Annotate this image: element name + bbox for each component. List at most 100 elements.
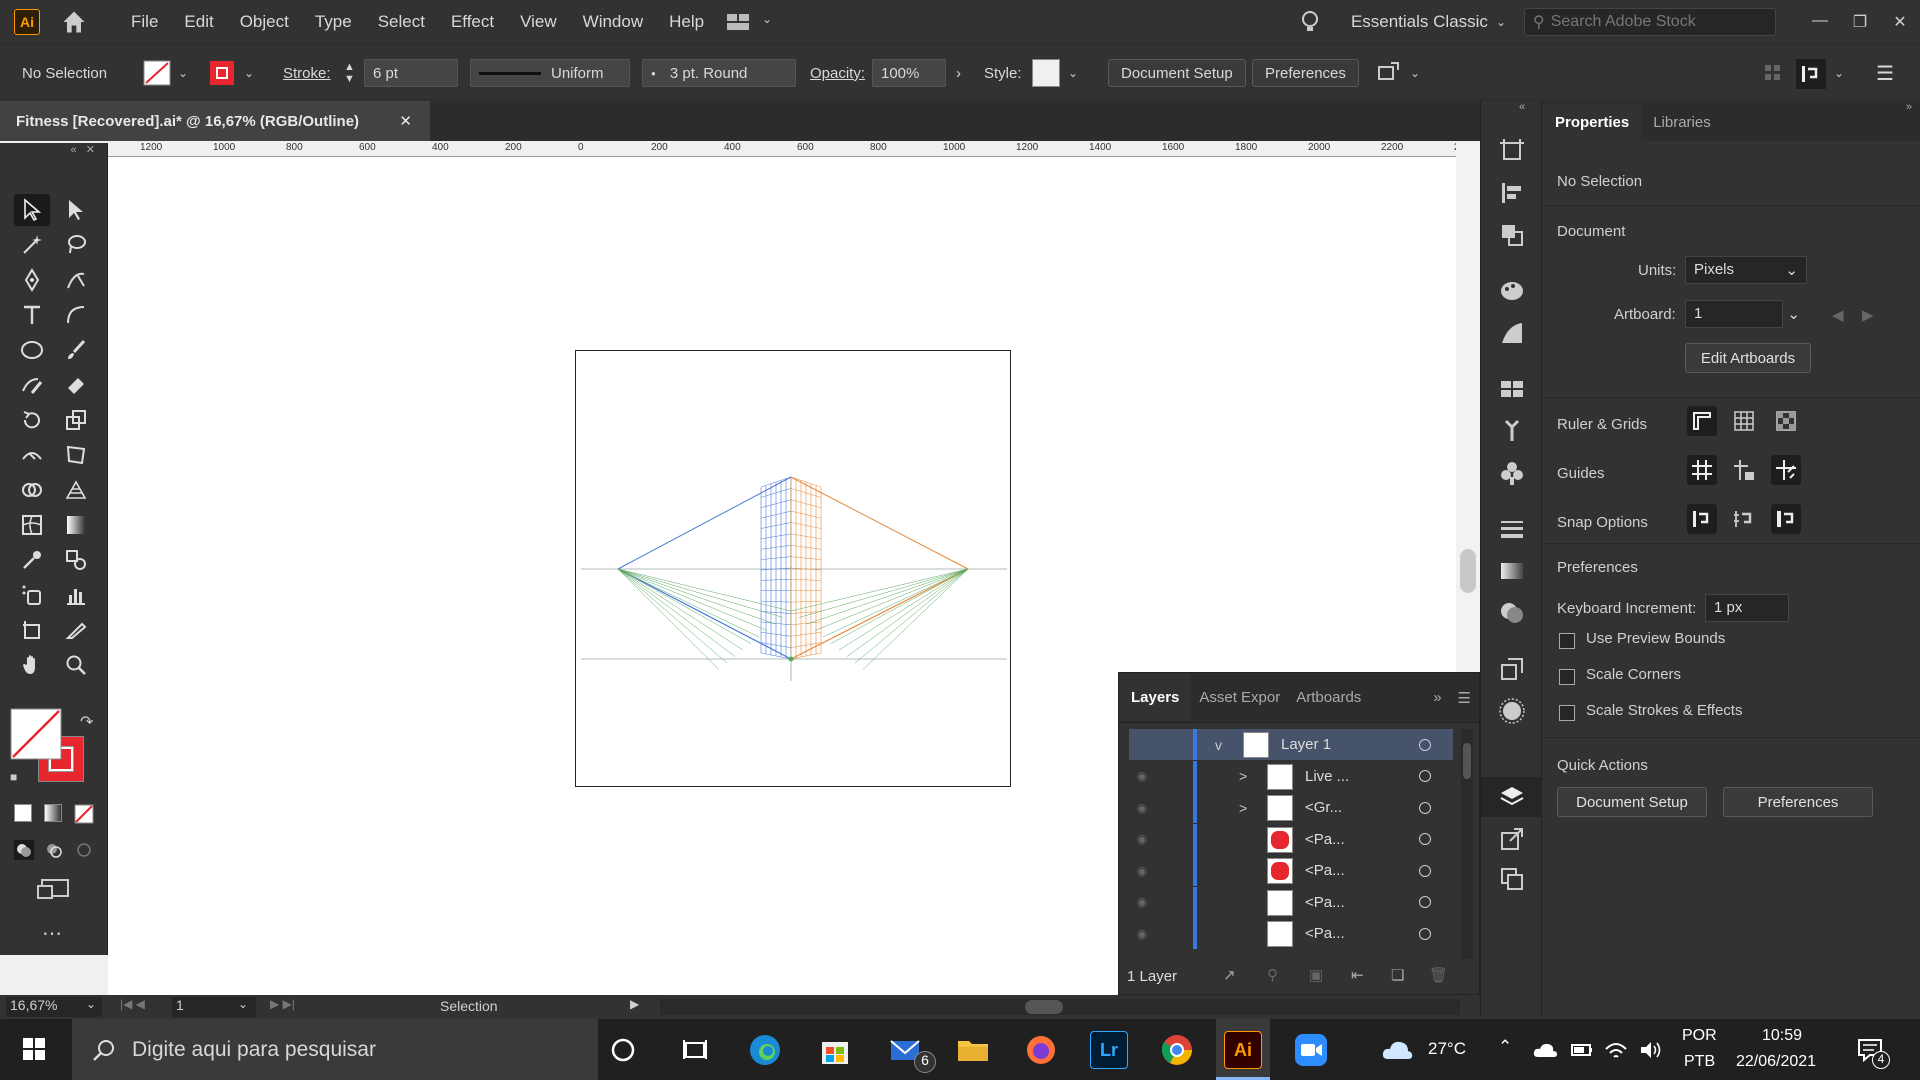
rulers-toggle-icon[interactable] (1687, 406, 1717, 436)
transparency-panel-icon[interactable] (1498, 599, 1526, 627)
wifi-icon[interactable] (1604, 1039, 1628, 1061)
layer-row[interactable]: ◉ <Pa... (1129, 886, 1453, 918)
control-bar-menu-icon[interactable]: ☰ (1876, 59, 1894, 87)
export-selection-icon[interactable]: ↗ (1223, 966, 1236, 984)
ellipse-tool[interactable] (14, 334, 50, 366)
shape-builder-tool[interactable] (14, 474, 50, 506)
quick-preferences-button[interactable]: Preferences (1723, 787, 1873, 817)
new-sublayer-icon[interactable]: ⇤ (1351, 966, 1364, 984)
transparency-grid-icon[interactable] (1771, 406, 1801, 436)
artboard-select[interactable]: 1 ⌄ (1685, 300, 1800, 328)
layers-menu-icon[interactable]: ☰ (1450, 689, 1479, 707)
menu-select[interactable]: Select (365, 12, 438, 32)
draw-normal-icon[interactable] (14, 840, 34, 860)
target-circle-icon[interactable] (1419, 770, 1431, 782)
horizontal-ruler[interactable]: 1200 1000 800 600 400 200 0 200 400 600 800 1000 120… (108, 141, 1480, 157)
collapse-panel-icon[interactable]: » (1425, 689, 1449, 706)
lightbulb-icon[interactable] (1299, 9, 1321, 35)
battery-icon[interactable] (1570, 1039, 1594, 1061)
brushes-panel-icon[interactable] (1498, 417, 1526, 445)
layer-row[interactable]: ◉ > <Gr... (1129, 792, 1453, 823)
document-setup-button[interactable]: Document Setup (1108, 59, 1246, 87)
transform-panel-icon[interactable] (1498, 655, 1526, 683)
file-explorer-icon[interactable] (954, 1031, 992, 1069)
swap-fill-stroke-icon[interactable]: ↷ (80, 712, 93, 732)
arrange-documents-icon[interactable] (726, 12, 752, 32)
target-circle-icon[interactable] (1419, 927, 1431, 940)
minimize-button[interactable]: — (1800, 12, 1840, 32)
document-tab[interactable]: Fitness [Recovered].ai* @ 16,67% (RGB/Ou… (0, 101, 430, 141)
snap-to-point-toggle-icon[interactable] (1687, 504, 1717, 534)
default-fill-stroke-icon[interactable]: ■ (10, 770, 17, 784)
type-tool[interactable] (14, 299, 50, 331)
snap-chevron-icon[interactable]: ⌄ (1834, 59, 1844, 87)
cortana-icon[interactable] (604, 1031, 642, 1069)
layers-scrollbar[interactable] (1461, 729, 1473, 959)
scale-corners-checkbox[interactable] (1559, 669, 1575, 685)
free-transform-tool[interactable] (58, 439, 94, 471)
edge-browser-icon[interactable] (746, 1031, 784, 1069)
curvature-tool[interactable] (58, 264, 94, 296)
close-window-button[interactable]: ✕ (1880, 12, 1920, 32)
layer-row[interactable]: ◉ <Pa... (1129, 855, 1453, 886)
tab-asset-export[interactable]: Asset Expor (1191, 689, 1288, 706)
menu-type[interactable]: Type (302, 12, 365, 32)
lock-guides-icon[interactable] (1729, 455, 1759, 485)
chrome-icon[interactable] (1158, 1031, 1196, 1069)
vertical-scroll-thumb[interactable] (1460, 549, 1476, 593)
collapse-properties-icon[interactable]: » (1906, 101, 1912, 113)
draw-behind-icon[interactable] (44, 840, 64, 860)
eraser-tool[interactable] (58, 369, 94, 401)
paintbrush-tool[interactable] (58, 334, 94, 366)
expand-toggle-icon[interactable]: > (1239, 800, 1247, 816)
horizontal-scroll-thumb[interactable] (1025, 1000, 1063, 1014)
firefox-icon[interactable] (1022, 1031, 1060, 1069)
menu-file[interactable]: File (118, 12, 171, 32)
smart-guides-icon[interactable] (1771, 455, 1801, 485)
next-artboard-icon[interactable]: ▶ (1862, 306, 1874, 324)
puppet-chevron-icon[interactable]: ⌄ (1410, 59, 1420, 87)
zoom-tool[interactable] (58, 649, 94, 681)
align-grid-icon[interactable] (1764, 64, 1782, 82)
stroke-chevron-icon[interactable]: ⌄ (244, 59, 254, 87)
opacity-field[interactable]: 100% (872, 59, 946, 87)
volume-icon[interactable] (1638, 1039, 1662, 1061)
current-tool-status[interactable]: Selection (440, 998, 498, 1014)
mesh-tool[interactable] (14, 509, 50, 541)
tab-properties[interactable]: Properties (1543, 104, 1642, 141)
target-circle-icon[interactable] (1419, 896, 1431, 908)
draw-inside-icon[interactable] (74, 840, 94, 860)
appearance-panel-icon[interactable] (1498, 697, 1526, 725)
target-circle-icon[interactable] (1419, 801, 1431, 814)
onedrive-icon[interactable] (1532, 1041, 1558, 1059)
tab-libraries[interactable]: Libraries (1641, 104, 1723, 141)
fill-color-swatch[interactable] (10, 708, 62, 760)
artboard[interactable] (575, 350, 1011, 787)
layers-scroll-thumb[interactable] (1463, 743, 1471, 779)
keyboard-layout[interactable]: PTB (1684, 1053, 1715, 1071)
visibility-eye-icon[interactable]: ◉ (1129, 801, 1155, 815)
selection-tool[interactable] (14, 194, 50, 226)
arrange-chevron-icon[interactable]: ⌄ (762, 12, 772, 26)
input-language[interactable]: POR (1682, 1027, 1717, 1045)
brush-definition[interactable]: ● 3 pt. Round (642, 59, 796, 87)
symbols-panel-icon[interactable] (1498, 459, 1526, 487)
perspective-grid-tool[interactable] (58, 474, 94, 506)
color-guide-icon[interactable] (1498, 319, 1526, 347)
blend-tool[interactable] (58, 544, 94, 576)
artboards-list-icon[interactable] (1498, 865, 1526, 893)
layer-row-parent[interactable]: v Layer 1 (1129, 729, 1453, 760)
clock-date[interactable]: 22/06/2021 (1736, 1053, 1816, 1071)
visibility-eye-icon[interactable]: ◉ (1129, 927, 1155, 941)
menu-view[interactable]: View (507, 12, 570, 32)
scale-strokes-checkbox[interactable] (1559, 705, 1575, 721)
symbol-sprayer-tool[interactable] (14, 579, 50, 611)
clock-time[interactable]: 10:59 (1762, 1027, 1802, 1045)
stroke-stepper[interactable]: ▲ ▼ (344, 59, 355, 87)
slice-tool[interactable] (58, 614, 94, 646)
screen-mode-icon[interactable] (36, 876, 72, 902)
new-layer-icon[interactable]: ❏ (1391, 966, 1404, 984)
artboards-panel-icon[interactable] (1498, 137, 1526, 165)
direct-selection-tool[interactable] (58, 194, 94, 226)
delete-layer-icon[interactable]: 🗑 (1429, 966, 1448, 984)
